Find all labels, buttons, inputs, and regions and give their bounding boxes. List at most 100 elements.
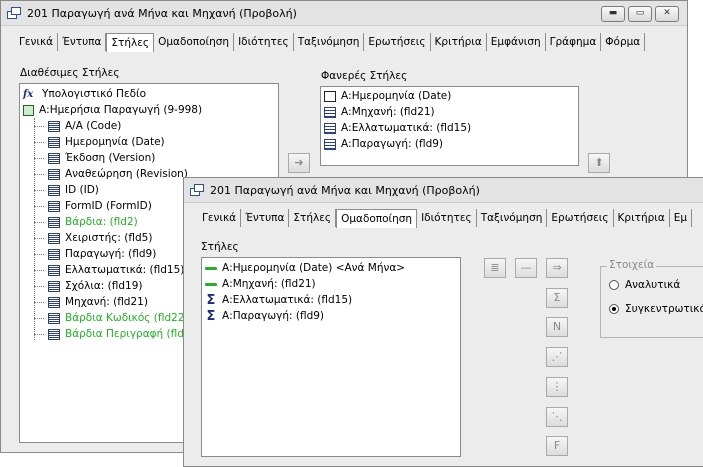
group-column-item[interactable]: Α:Μηχανή: (fld21)	[202, 276, 460, 292]
visible-item-label: Α:Μηχανή: (fld21)	[341, 106, 435, 118]
dash-button[interactable]: —	[515, 258, 537, 278]
options-title: Στοιχεία	[607, 259, 657, 271]
field-icon	[48, 184, 60, 196]
field-icon	[48, 264, 60, 276]
minimize-button[interactable]: ▬	[601, 6, 625, 22]
visible-item-label: Α:Παραγωγή: (fld9)	[341, 138, 444, 150]
lines-icon	[324, 138, 336, 150]
tab-4[interactable]: Ιδιότητες	[234, 33, 294, 51]
field-icon	[48, 328, 60, 340]
tab-6[interactable]: Ερωτήσεις	[364, 33, 431, 51]
tab-8[interactable]: Εμφάνιση	[487, 33, 546, 51]
visible-columns-list[interactable]: Α:Ημερομηνία (Date) Α:Μηχανή: (fld21) Α:Ελ…	[320, 86, 579, 166]
available-columns-label: Διαθέσιμες Στήλες	[20, 67, 120, 79]
field-icon	[48, 312, 60, 324]
tab-3[interactable]: Ομαδοποίηση	[336, 209, 418, 228]
available-item[interactable]: Ημερομηνία (Date)	[20, 134, 278, 150]
tab-6[interactable]: Ερωτήσεις	[547, 209, 614, 227]
option-label: Αναλυτικά	[625, 279, 681, 291]
visible-item[interactable]: Α:Παραγωγή: (fld9)	[321, 136, 578, 152]
add-column-button[interactable]: ➔	[288, 153, 310, 173]
front-window-titlebar[interactable]: 201 Παραγωγή ανά Μήνα και Μηχανή (Προβολ…	[184, 178, 703, 203]
field-icon	[48, 216, 60, 228]
available-item-label: Βάρδια Κωδικός (fld22)	[65, 312, 189, 324]
tab-2[interactable]: Στήλες	[106, 33, 155, 52]
available-item-label: Παραγωγή: (fld9)	[65, 248, 157, 260]
field-icon	[48, 248, 60, 260]
option-label: Συγκεντρωτικό	[625, 303, 703, 315]
tree-connector	[34, 334, 44, 335]
window-icon	[7, 7, 21, 19]
available-item[interactable]: Α/Α (Code)	[20, 118, 278, 134]
visible-item[interactable]: Α:Ελλατωματικά: (fld15)	[321, 120, 578, 136]
back-window-title: 201 Παραγωγή ανά Μήνα και Μηχανή (Προβολ…	[27, 6, 297, 20]
available-item[interactable]: Α:Ημερήσια Παραγωγή (9-998)	[20, 102, 278, 118]
available-item-label: FormID (FormID)	[65, 200, 152, 212]
maximize-button[interactable]: ▭	[628, 6, 652, 22]
option-summary[interactable]: Συγκεντρωτικό	[609, 303, 703, 315]
close-button[interactable]: ✕	[655, 6, 679, 22]
field-icon	[48, 168, 60, 180]
sigma-icon: Σ	[206, 308, 216, 324]
tab-0[interactable]: Γενικά	[15, 33, 59, 51]
sum-button[interactable]: Σ	[546, 288, 568, 308]
group-column-label: Α:Ημερομηνία (Date) <Ανά Μήνα>	[222, 262, 406, 274]
field-icon	[48, 200, 60, 212]
available-item-label: Ημερομηνία (Date)	[65, 136, 165, 148]
tab-7[interactable]: Κριτήρια	[614, 209, 670, 227]
tree-connector	[34, 142, 44, 143]
tab-10[interactable]: Φόρμα	[601, 33, 646, 51]
window-icon	[190, 184, 204, 196]
tree-connector	[34, 318, 44, 319]
visible-item-label: Α:Ελλατωματικά: (fld15)	[341, 122, 472, 134]
tab-3[interactable]: Ομαδοποίηση	[154, 33, 235, 51]
tree-connector	[34, 190, 44, 191]
tree-connector	[34, 174, 44, 175]
options-groupbox: Στοιχεία	[600, 259, 703, 338]
tab-4[interactable]: Ιδιότητες	[417, 209, 477, 227]
available-item-label: ID (ID)	[65, 184, 99, 196]
available-item-label: Μηχανή: (fld21)	[65, 296, 148, 308]
tab-5[interactable]: Ταξινόμηση	[477, 209, 548, 227]
align-top-button[interactable]: ⋱	[546, 407, 568, 427]
visible-item[interactable]: Α:Μηχανή: (fld21)	[321, 104, 578, 120]
align-middle-button[interactable]: ⋮	[546, 377, 568, 397]
group-columns-list[interactable]: Α:Ημερομηνία (Date) <Ανά Μήνα> Α:Μηχανή: …	[201, 257, 461, 457]
group-column-item[interactable]: Σ Α:Ελλατωματικά: (fld15)	[202, 292, 460, 308]
group-column-item[interactable]: Α:Ημερομηνία (Date) <Ανά Μήνα>	[202, 260, 460, 276]
available-item[interactable]: fx Υπολογιστικό Πεδίο	[20, 86, 278, 102]
tab-1[interactable]: Έντυπα	[58, 33, 107, 51]
available-item[interactable]: Έκδοση (Version)	[20, 150, 278, 166]
tree-connector	[34, 254, 44, 255]
visible-item[interactable]: Α:Ημερομηνία (Date)	[321, 88, 578, 104]
radio-button[interactable]	[609, 280, 619, 290]
tree-connector	[34, 126, 44, 127]
tab-8[interactable]: Εμ	[670, 209, 693, 227]
tab-9[interactable]: Γράφημα	[546, 33, 602, 51]
field-icon	[48, 296, 60, 308]
formula-button[interactable]: F	[546, 436, 568, 456]
front-window: 201 Παραγωγή ανά Μήνα και Μηχανή (Προβολ…	[183, 177, 703, 467]
move-up-button[interactable]: ⬆	[588, 153, 610, 173]
visible-columns-label: Φανερές Στήλες	[321, 70, 408, 82]
tab-5[interactable]: Ταξινόμηση	[294, 33, 365, 51]
arrow-button[interactable]: ⇒	[546, 258, 568, 278]
radio-button[interactable]	[609, 304, 619, 314]
table-icon	[23, 104, 34, 116]
option-detailed[interactable]: Αναλυτικά	[609, 279, 680, 291]
list-button[interactable]: ≣	[484, 258, 506, 278]
tab-7[interactable]: Κριτήρια	[431, 33, 487, 51]
fx-icon: fx	[23, 88, 34, 100]
back-window-titlebar[interactable]: 201 Παραγωγή ανά Μήνα και Μηχανή (Προβολ…	[1, 1, 687, 26]
tab-0[interactable]: Γενικά	[198, 209, 242, 227]
tab-1[interactable]: Έντυπα	[241, 209, 290, 227]
group-column-item[interactable]: Σ Α:Παραγωγή: (fld9)	[202, 308, 460, 324]
align-bottom-button[interactable]: ⋰	[546, 347, 568, 367]
empty-box-icon	[324, 90, 336, 102]
tab-2[interactable]: Στήλες	[289, 209, 337, 227]
group-dash-icon	[205, 266, 217, 270]
tree-line	[34, 118, 35, 340]
field-icon	[48, 120, 60, 132]
count-button[interactable]: N	[546, 317, 568, 337]
available-item-label: Α:Ημερήσια Παραγωγή (9-998)	[39, 104, 203, 116]
